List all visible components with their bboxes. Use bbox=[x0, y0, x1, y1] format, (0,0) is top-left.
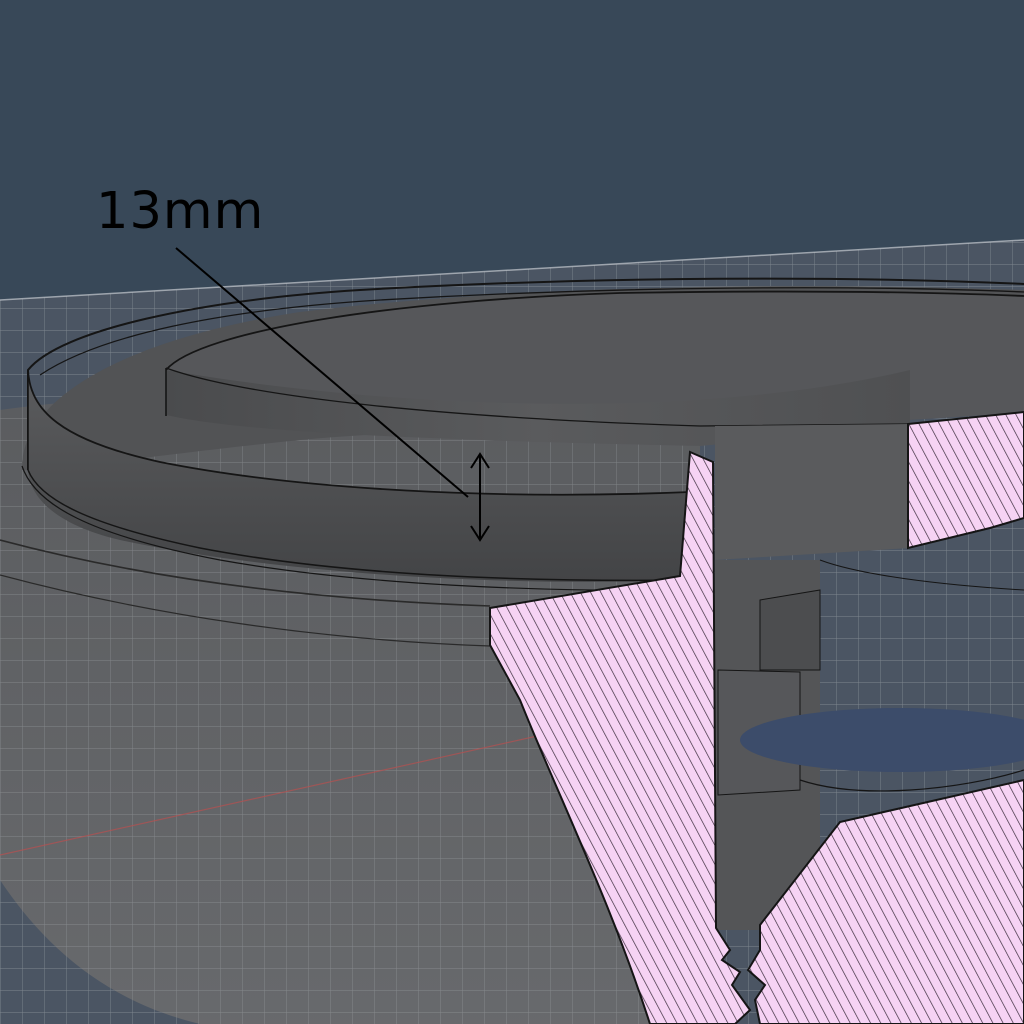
cad-scene bbox=[0, 239, 1024, 1024]
dimension-label: 13mm bbox=[96, 182, 265, 241]
cad-viewport[interactable]: 13mm bbox=[0, 0, 1024, 1024]
